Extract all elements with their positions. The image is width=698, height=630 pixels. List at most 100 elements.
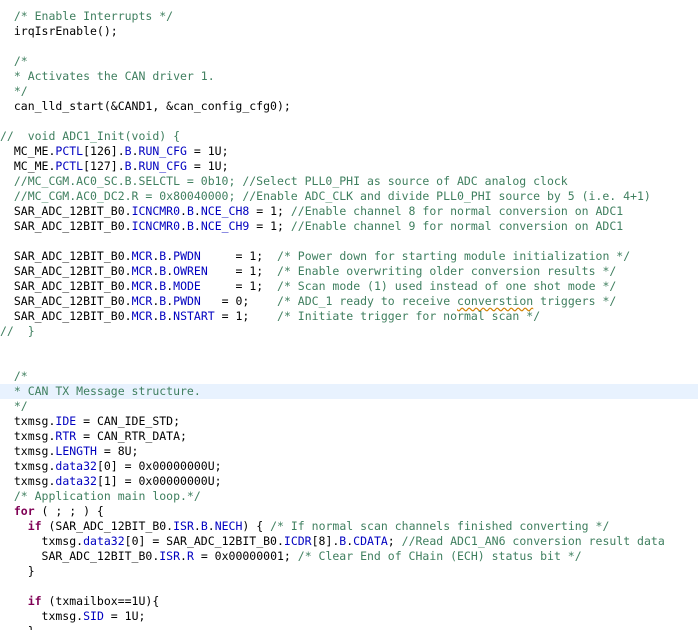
code-line[interactable]: // } <box>0 324 698 339</box>
code-text: . <box>131 144 139 158</box>
code-keyword: if <box>0 594 42 608</box>
code-line[interactable] <box>0 339 698 354</box>
code-line[interactable]: SAR_ADC_12BIT_B0.MCR.B.OWREN = 1; /* Ena… <box>0 264 698 279</box>
code-comment: */ <box>0 399 28 413</box>
code-text: = 1U; <box>186 159 229 173</box>
code-comment: /* <box>0 54 28 68</box>
code-text: = 1; <box>207 264 278 278</box>
code-text: SAR_ADC_12BIT_B0. <box>0 279 132 293</box>
code-line[interactable]: */ <box>0 84 698 99</box>
code-line[interactable]: txmsg.data32[1] = 0x00000000U; <box>0 474 698 489</box>
code-comment: // void ADC1_Init(void) { <box>0 129 181 143</box>
code-text: . <box>180 204 187 218</box>
code-comment: /* Clear End of CHain (ECH) status bit *… <box>297 549 582 563</box>
code-line[interactable]: /* Application main loop.*/ <box>0 489 698 504</box>
code-line[interactable]: // void ADC1_Init(void) { <box>0 129 698 144</box>
code-text: = 1U; <box>186 144 229 158</box>
code-line[interactable]: txmsg.RTR = CAN_RTR_DATA; <box>0 429 698 444</box>
code-field: ISR <box>173 519 194 533</box>
code-field: PWDN <box>173 249 201 263</box>
code-comment: //Enable channel 9 for normal conversion… <box>290 219 624 233</box>
code-text: . <box>193 219 201 233</box>
code-line[interactable]: txmsg.IDE = CAN_IDE_STD; <box>0 414 698 429</box>
code-text: = 0; <box>200 294 278 308</box>
code-line[interactable]: SAR_ADC_12BIT_B0.MCR.B.PWDN = 1; /* Powe… <box>0 249 698 264</box>
code-text: can_lld_start(&CAND1, &can_config_cfg0); <box>0 99 291 113</box>
code-comment: /* Scan mode (1) used instead of one sho… <box>277 279 617 293</box>
code-line[interactable] <box>0 39 698 54</box>
code-line[interactable] <box>0 354 698 369</box>
code-comment: /* ADC_1 ready to receive <box>277 294 458 308</box>
code-line[interactable]: SAR_ADC_12BIT_B0.MCR.B.MODE = 1; /* Scan… <box>0 279 698 294</box>
code-line[interactable]: * Activates the CAN driver 1. <box>0 69 698 84</box>
code-text: } <box>0 624 35 630</box>
code-text: ( ; ; ) { <box>34 504 104 518</box>
code-field: RUN_CFG <box>138 144 187 158</box>
code-line[interactable]: for ( ; ; ) { <box>0 504 698 519</box>
code-line[interactable]: /* <box>0 54 698 69</box>
code-text: txmsg. <box>0 414 56 428</box>
code-field: MCR <box>131 309 153 323</box>
code-text: [0] = 0x00000000U; <box>96 459 222 473</box>
code-line[interactable]: MC_ME.PCTL[127].B.RUN_CFG = 1U; <box>0 159 698 174</box>
code-field: data32 <box>55 474 97 488</box>
code-text: SAR_ADC_12BIT_B0. <box>0 309 132 323</box>
code-text: txmsg. <box>0 474 56 488</box>
code-text: [0] = SAR_ADC_12BIT_B0. <box>124 534 284 548</box>
code-text: = 1; <box>200 249 278 263</box>
code-field: PCTL <box>55 144 84 158</box>
code-line[interactable]: txmsg.data32[0] = 0x00000000U; <box>0 459 698 474</box>
code-line[interactable]: if (txmailbox==1U){ <box>0 594 698 609</box>
code-field: data32 <box>83 534 125 548</box>
code-line[interactable]: /* Enable Interrupts */ <box>0 9 698 24</box>
code-comment: */ <box>0 84 28 98</box>
code-line[interactable]: txmsg.data32[0] = SAR_ADC_12BIT_B0.ICDR[… <box>0 534 698 549</box>
code-text: ) { <box>242 519 271 533</box>
code-line[interactable]: irqIsrEnable(); <box>0 24 698 39</box>
code-comment: //Read ADC1_AN6 conversion result data <box>401 534 665 548</box>
code-line[interactable]: can_lld_start(&CAND1, &can_config_cfg0); <box>0 99 698 114</box>
code-line[interactable]: MC_ME.PCTL[126].B.RUN_CFG = 1U; <box>0 144 698 159</box>
code-field: B <box>124 159 132 173</box>
code-text: . <box>180 219 187 233</box>
code-text: . <box>193 519 201 533</box>
code-line[interactable]: } <box>0 624 698 630</box>
code-line[interactable]: SAR_ADC_12BIT_B0.ICNCMR0.B.NCE_CH8 = 1; … <box>0 204 698 219</box>
code-field: OWREN <box>173 264 208 278</box>
code-field: B <box>124 144 132 158</box>
code-line[interactable]: if (SAR_ADC_12BIT_B0.ISR.B.NECH) { /* If… <box>0 519 698 534</box>
code-field: CDATA <box>353 534 388 548</box>
code-comment: //MC_CGM.AC0_DC2.R = 0x80040000; //Enabl… <box>0 189 651 203</box>
code-line[interactable]: txmsg.SID = 1U; <box>0 609 698 624</box>
code-comment: //Enable channel 8 for normal conversion… <box>290 204 624 218</box>
code-line[interactable]: SAR_ADC_12BIT_B0.MCR.B.NSTART = 1; /* In… <box>0 309 698 324</box>
code-line[interactable]: txmsg.LENGTH = 8U; <box>0 444 698 459</box>
code-editor[interactable]: /* Enable Interrupts */ irqIsrEnable(); … <box>0 0 698 630</box>
code-line[interactable]: } <box>0 564 698 579</box>
code-line[interactable]: SAR_ADC_12BIT_B0.ISR.R = 0x00000001; /* … <box>0 549 698 564</box>
code-field: MCR <box>131 264 153 278</box>
code-line[interactable]: SAR_ADC_12BIT_B0.MCR.B.PWDN = 0; /* ADC_… <box>0 294 698 309</box>
code-text: = 1U; <box>103 609 146 623</box>
code-comment: * Activates the CAN driver 1. <box>0 69 215 83</box>
code-line[interactable] <box>0 114 698 129</box>
spellcheck-word: converstion <box>457 294 534 308</box>
code-text: = 1; <box>214 309 278 323</box>
code-field: LENGTH <box>55 444 97 458</box>
code-line-current[interactable]: * CAN TX Message structure. <box>0 384 698 399</box>
code-line[interactable]: */ <box>0 399 698 414</box>
code-comment: //MC_CGM.AC0_SC.B.SELCTL = 0b10; //Selec… <box>0 174 568 188</box>
code-field: RUN_CFG <box>138 159 187 173</box>
code-line[interactable]: SAR_ADC_12BIT_B0.ICNCMR0.B.NCE_CH9 = 1; … <box>0 219 698 234</box>
code-line[interactable]: //MC_CGM.AC0_SC.B.SELCTL = 0b10; //Selec… <box>0 174 698 189</box>
code-line[interactable] <box>0 579 698 594</box>
code-text: . <box>207 519 215 533</box>
code-field: B <box>186 204 194 218</box>
code-line[interactable] <box>0 234 698 249</box>
code-line[interactable]: //MC_CGM.AC0_DC2.R = 0x80040000; //Enabl… <box>0 189 698 204</box>
code-field: MCR <box>131 294 153 308</box>
code-text: = 8U; <box>96 444 139 458</box>
code-text: SAR_ADC_12BIT_B0. <box>0 219 132 233</box>
code-text: = 1; <box>249 204 291 218</box>
code-line[interactable]: /* <box>0 369 698 384</box>
